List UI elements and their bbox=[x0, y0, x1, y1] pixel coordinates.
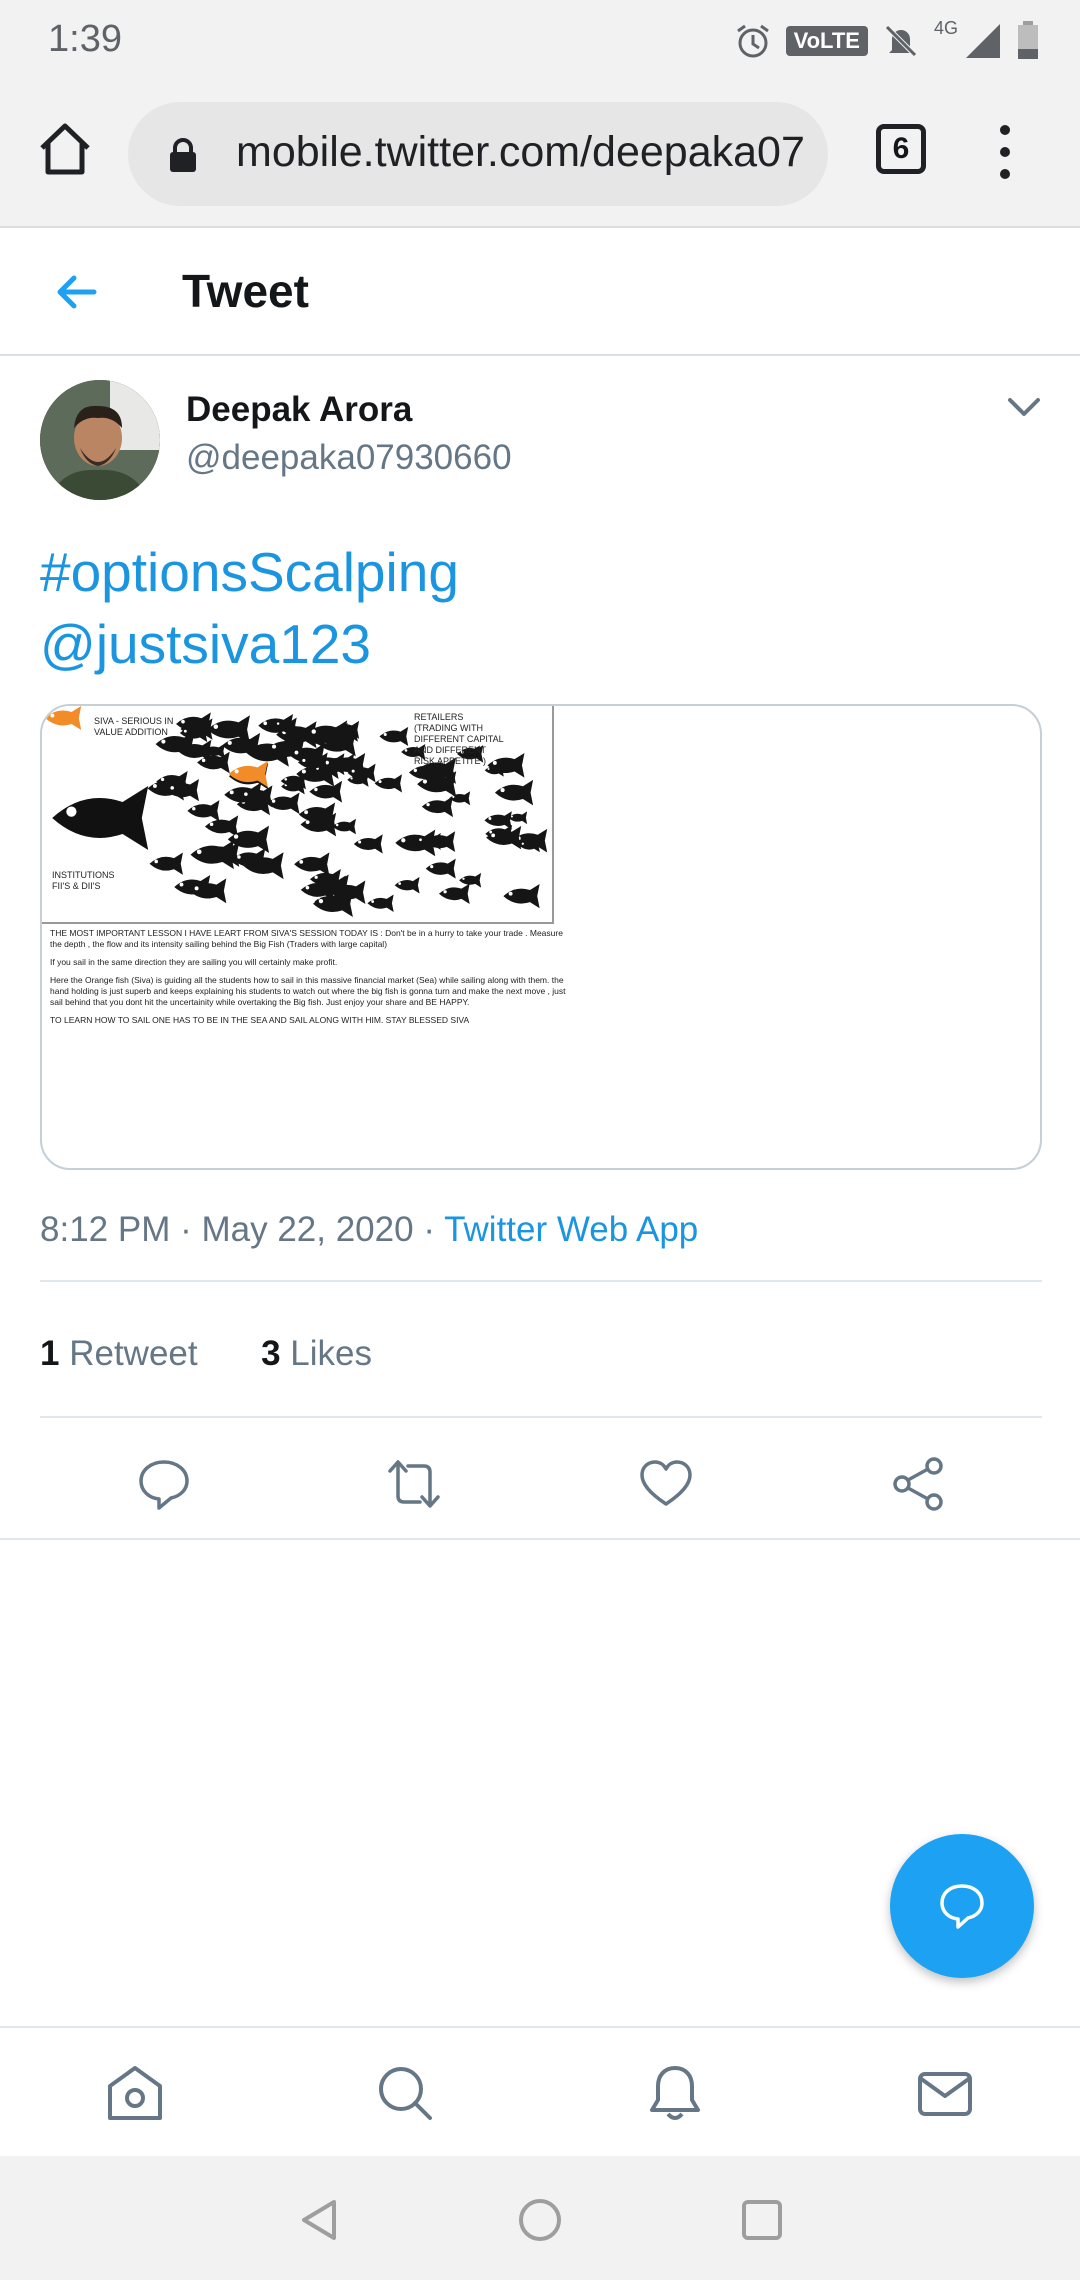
school-fish bbox=[379, 726, 409, 746]
home-nav-icon[interactable] bbox=[104, 2062, 166, 2124]
school-fish bbox=[374, 774, 403, 793]
tweet-timestamp: 8:12 PM · May 22, 2020 · Twitter Web App bbox=[40, 1210, 698, 1250]
lesson-text: THE MOST IMPORTANT LESSON I HAVE LEART F… bbox=[50, 928, 570, 1033]
divider bbox=[40, 1416, 1042, 1418]
school-fish bbox=[149, 852, 183, 875]
school-fish bbox=[421, 796, 454, 818]
lesson-paragraph: Here the Orange fish (Siva) is guiding a… bbox=[50, 975, 566, 1007]
tweet-media[interactable]: SIVA - SERIOUS IN VALUE ADDITION RETAILE… bbox=[40, 704, 1042, 1170]
chevron-down-icon[interactable] bbox=[1004, 392, 1044, 424]
tweet-actions bbox=[0, 1432, 1080, 1540]
system-navigation-bar bbox=[0, 2156, 1080, 2280]
tweet-text: #optionsScalping @justsiva123 bbox=[40, 536, 459, 680]
separator: · bbox=[423, 1210, 435, 1249]
back-arrow-icon[interactable] bbox=[50, 266, 102, 318]
school-fish bbox=[367, 894, 394, 913]
browser-toolbar: mobile.twitter.com/deepaka07930660 6 bbox=[0, 80, 1080, 228]
likes-stat[interactable]: 3 Likes bbox=[261, 1334, 372, 1373]
school-fish bbox=[190, 840, 234, 870]
school-fish bbox=[503, 884, 540, 909]
url-bar[interactable]: mobile.twitter.com/deepaka07930660 bbox=[128, 102, 828, 206]
lesson-paragraph: If you sail in the same direction they a… bbox=[50, 957, 338, 967]
separator: · bbox=[180, 1210, 192, 1249]
messages-mail-icon[interactable] bbox=[914, 2062, 976, 2124]
battery-icon bbox=[1018, 21, 1038, 59]
url-text[interactable]: mobile.twitter.com/deepaka07930660 bbox=[236, 128, 806, 177]
tweet-date: May 22, 2020 bbox=[201, 1210, 414, 1249]
school-fish bbox=[267, 792, 300, 815]
reply-bubble-icon bbox=[940, 1884, 984, 1929]
volte-badge: VoLTE bbox=[785, 26, 868, 56]
share-icon[interactable] bbox=[890, 1456, 946, 1512]
alarm-icon bbox=[736, 24, 769, 58]
author-name[interactable]: Deepak Arora bbox=[186, 390, 412, 430]
retweet-label: Retweet bbox=[69, 1334, 198, 1373]
institutions-label: INSTITUTIONS FII'S & DII'S bbox=[52, 870, 115, 891]
mute-icon bbox=[885, 25, 917, 57]
source-app-link[interactable]: Twitter Web App bbox=[444, 1210, 698, 1249]
mention-link[interactable]: @justsiva123 bbox=[40, 608, 459, 680]
home-icon[interactable] bbox=[34, 118, 96, 180]
lesson-paragraph: THE MOST IMPORTANT LESSON I HAVE LEART F… bbox=[50, 928, 563, 949]
page-title: Tweet bbox=[182, 265, 309, 317]
search-icon[interactable] bbox=[374, 2062, 436, 2124]
status-icons: VoLTE 4G bbox=[734, 18, 1040, 64]
retweet-count: 1 bbox=[40, 1334, 60, 1373]
school-fish bbox=[425, 858, 456, 879]
compose-reply-button[interactable] bbox=[890, 1834, 1034, 1978]
siva-label: SIVA - SERIOUS IN VALUE ADDITION bbox=[94, 716, 174, 737]
likes-label: Likes bbox=[290, 1334, 372, 1373]
notifications-bell-icon[interactable] bbox=[644, 2062, 706, 2124]
school-fish bbox=[494, 779, 534, 806]
back-triangle-icon[interactable] bbox=[296, 2196, 344, 2244]
retweets-stat[interactable]: 1 Retweet bbox=[40, 1334, 198, 1373]
school-fish bbox=[438, 883, 470, 905]
avatar[interactable] bbox=[40, 380, 160, 500]
tab-switcher-button[interactable]: 6 bbox=[876, 124, 926, 174]
divider bbox=[40, 1280, 1042, 1282]
school-fish bbox=[459, 872, 482, 888]
school-fish bbox=[484, 811, 512, 830]
network-type: 4G bbox=[933, 18, 958, 38]
author-handle[interactable]: @deepaka07930660 bbox=[186, 438, 512, 478]
recents-square-icon[interactable] bbox=[738, 2196, 786, 2244]
signal-icon bbox=[966, 24, 1000, 58]
like-heart-icon[interactable] bbox=[638, 1456, 694, 1512]
retweet-icon[interactable] bbox=[386, 1456, 442, 1512]
tweet-stats: 1 Retweet 3 Likes bbox=[40, 1334, 372, 1374]
fish-school-image[interactable]: SIVA - SERIOUS IN VALUE ADDITION RETAILE… bbox=[42, 706, 554, 924]
school-fish bbox=[394, 876, 420, 894]
retailers-label: RETAILERS (TRADING WITH DIFFERENT CAPITA… bbox=[414, 712, 504, 766]
status-time: 1:39 bbox=[48, 18, 122, 60]
orange-fish-logo bbox=[45, 706, 82, 730]
hashtag-link[interactable]: #optionsScalping bbox=[40, 536, 459, 608]
bottom-nav bbox=[0, 2026, 1080, 2156]
big-fish bbox=[52, 786, 149, 850]
lesson-paragraph: TO LEARN HOW TO SAIL ONE HAS TO BE IN TH… bbox=[50, 1015, 470, 1025]
school-fish bbox=[204, 815, 239, 838]
school-fish bbox=[309, 780, 343, 803]
status-bar: 1:39 VoLTE 4G bbox=[0, 0, 1080, 80]
reply-icon[interactable] bbox=[136, 1456, 192, 1512]
school-fish bbox=[353, 834, 383, 854]
school-fish bbox=[187, 800, 220, 822]
school-fish bbox=[332, 818, 356, 835]
lock-icon bbox=[170, 138, 196, 172]
home-circle-icon[interactable] bbox=[516, 2196, 564, 2244]
overflow-menu-icon[interactable] bbox=[990, 122, 1020, 182]
tweet-time: 8:12 PM bbox=[40, 1210, 171, 1249]
tweet-header: Tweet bbox=[0, 228, 1080, 356]
school-fish bbox=[294, 852, 330, 876]
like-count: 3 bbox=[261, 1334, 281, 1373]
